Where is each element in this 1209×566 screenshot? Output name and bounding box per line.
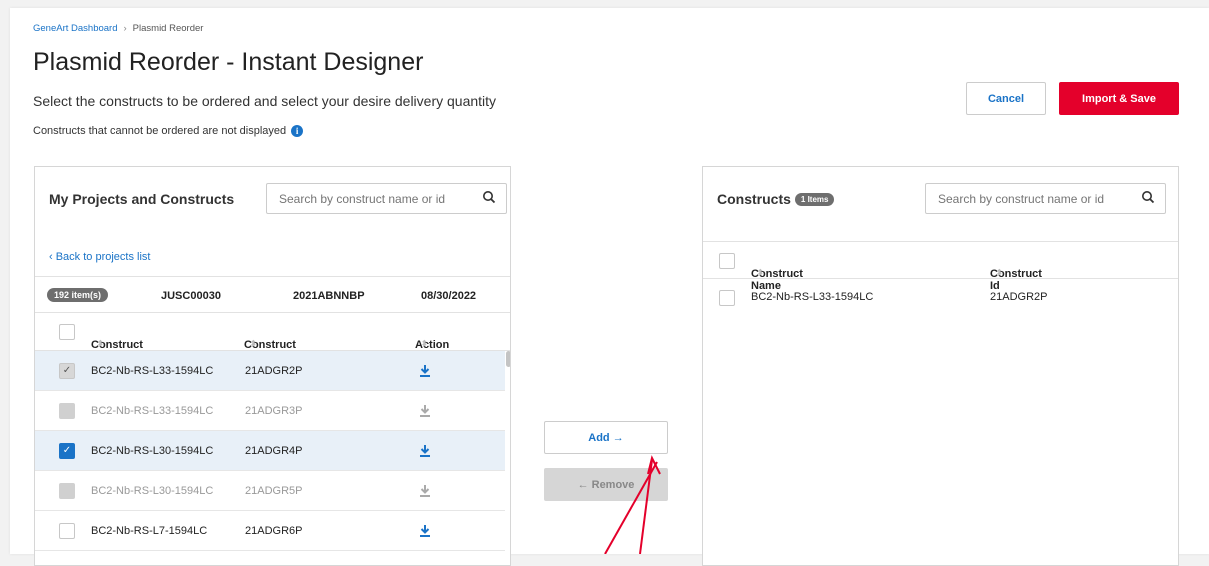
construct-id: 21ADGR4P (245, 445, 303, 457)
sort-icon: ⬍ (250, 339, 257, 348)
item-count-badge: 192 item(s) (47, 288, 109, 302)
constructs-table-header: Construct Name⬍ Construct Id⬍ Action⬍ (35, 313, 510, 363)
download-icon (420, 405, 430, 417)
info-icon[interactable]: i (291, 125, 304, 137)
row-checkbox[interactable] (59, 523, 75, 539)
table-row[interactable]: ✓ BC2-Nb-RS-L33-1594LC 21ADGR2P (35, 351, 505, 391)
construct-id: 21ADGR2P (245, 365, 303, 377)
select-all-checkbox[interactable] (719, 253, 735, 269)
breadcrumb-home-link[interactable]: GeneArt Dashboard (33, 23, 118, 34)
row-checkbox (59, 483, 75, 499)
breadcrumb-separator: › (123, 23, 127, 34)
select-all-checkbox[interactable] (59, 324, 75, 340)
download-icon[interactable] (419, 524, 431, 538)
page-title: Plasmid Reorder - Instant Designer (33, 48, 424, 76)
table-row[interactable]: BC2-Nb-RS-L33-1594LC 21ADGR2P (703, 279, 1178, 319)
table-row[interactable]: ✓ BC2-Nb-RS-L30-1594LC 21ADGR4P (35, 431, 505, 471)
construct-name: BC2-Nb-RS-L33-1594LC (751, 291, 874, 303)
project-id: 2021ABNNBP (293, 290, 365, 302)
sort-icon: ⬍ (97, 339, 104, 348)
page-container: GeneArt Dashboard › Plasmid Reorder Plasmi… (10, 8, 1209, 566)
row-checkbox[interactable] (719, 290, 735, 306)
construct-id: 21ADGR6P (245, 525, 303, 537)
construct-name: BC2-Nb-RS-L7-1594LC (91, 525, 208, 537)
breadcrumb: GeneArt Dashboard › Plasmid Reorder (33, 23, 203, 34)
import-save-button[interactable]: Import & Save (1059, 82, 1179, 115)
table-scrollbar[interactable] (506, 351, 510, 367)
add-button[interactable]: Add → (544, 421, 668, 454)
row-checkbox (59, 403, 75, 419)
constructs-search-input[interactable] (925, 183, 1166, 214)
breadcrumb-current: Plasmid Reorder (132, 23, 204, 34)
row-checkbox[interactable]: ✓ (59, 363, 75, 379)
download-icon[interactable] (419, 364, 431, 378)
construct-id: 21ADGR5P (245, 485, 303, 497)
selected-count-badge: 1 Items (794, 193, 835, 206)
filter-note: Constructs that cannot be ordered are no… (33, 125, 304, 137)
table-row: BC2-Nb-RS-L33-1594LC 21ADGR3P (35, 391, 505, 431)
project-summary-row[interactable]: 192 item(s) JUSC00030 2021ABNNBP 08/30/2… (35, 276, 510, 313)
construct-name: BC2-Nb-RS-L33-1594LC (91, 405, 214, 417)
projects-panel-title: My Projects and Constructs (49, 191, 235, 207)
construct-name: BC2-Nb-RS-L33-1594LC (91, 365, 214, 377)
row-checkbox[interactable]: ✓ (59, 443, 75, 459)
construct-id: 21ADGR3P (245, 405, 303, 417)
download-icon (420, 485, 430, 497)
construct-name: BC2-Nb-RS-L30-1594LC (91, 485, 214, 497)
project-date: 08/30/2022 (421, 290, 477, 302)
remove-button[interactable]: ← Remove (544, 468, 668, 501)
projects-search-input[interactable] (266, 183, 507, 214)
filter-note-text: Constructs that cannot be ordered are no… (33, 125, 287, 137)
projects-panel: My Projects and Constructs ‹ Back to pro… (34, 166, 511, 566)
back-to-projects-link[interactable]: ‹ Back to projects list (49, 251, 150, 263)
construct-name: BC2-Nb-RS-L30-1594LC (91, 445, 214, 457)
search-icon[interactable] (482, 190, 496, 204)
selected-constructs-title-label: Constructs (717, 191, 791, 207)
sort-icon: ⬍ (421, 339, 428, 348)
page-subtitle: Select the constructs to be ordered and … (33, 93, 497, 109)
construct-id: 21ADGR2P (990, 291, 1048, 303)
selected-constructs-panel: Constructs1 Items Construct Name⬍ Constr… (702, 166, 1179, 566)
table-row[interactable]: BC2-Nb-RS-L7-1594LC 21ADGR6P (35, 511, 505, 551)
sort-icon: ⬍ (996, 268, 1003, 277)
table-row: BC2-Nb-RS-L30-1594LC 21ADGR5P (35, 471, 505, 511)
sort-icon: ⬍ (757, 268, 764, 277)
project-code: JUSC00030 (161, 290, 221, 302)
cancel-button[interactable]: Cancel (966, 82, 1046, 115)
search-icon[interactable] (1141, 190, 1155, 204)
selected-constructs-title: Constructs 1 Items (717, 191, 835, 207)
download-icon[interactable] (419, 444, 431, 458)
selected-table-header: Construct Name ⬍ Construct Id ⬍ (703, 241, 1178, 292)
